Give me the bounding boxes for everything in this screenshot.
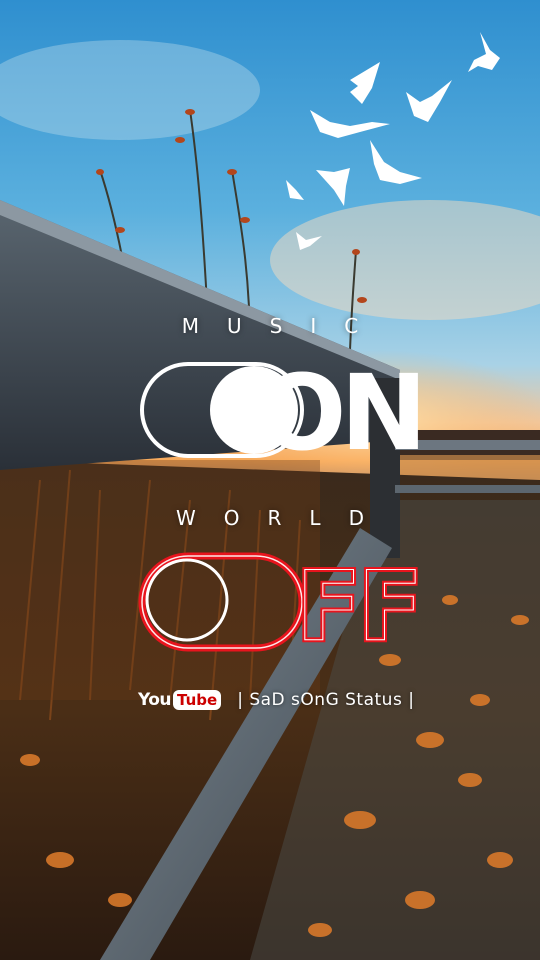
channel-name: | SaD sOnG Status |	[237, 690, 415, 710]
off-text-inner: FF	[296, 551, 419, 663]
toggle-knob-off	[145, 558, 229, 642]
channel-footer: You Tube | SaD sOnG Status |	[138, 686, 414, 714]
off-toggle: FF FF	[138, 549, 426, 666]
youtube-logo-tube: Tube	[173, 690, 222, 710]
youtube-logo: You	[138, 690, 172, 710]
video-frame: MUSIC ON WORLD FF FF You Tube | SaD sOnG…	[0, 0, 540, 960]
